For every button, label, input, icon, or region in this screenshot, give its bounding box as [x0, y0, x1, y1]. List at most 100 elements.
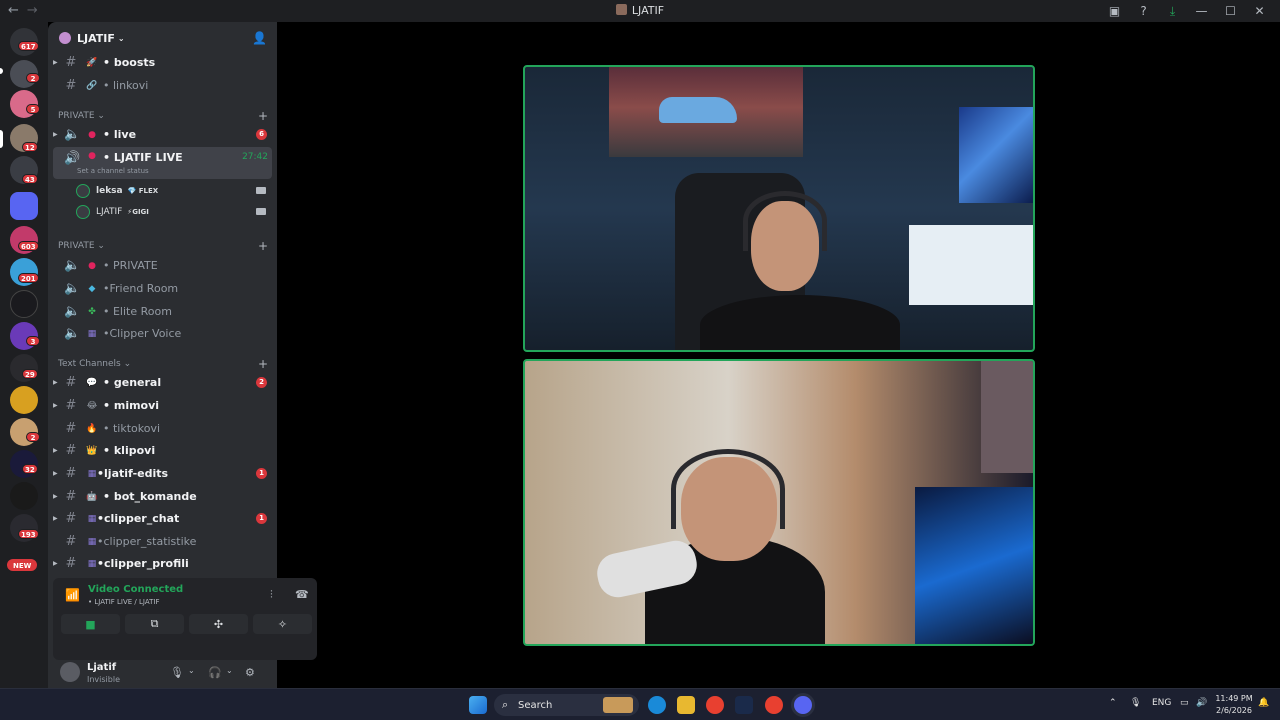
chevron-down-icon[interactable]: ⌄ [188, 666, 195, 675]
voice-location[interactable]: • LJATIF LIVE / LJATIF [88, 598, 159, 606]
badge: 29 [22, 369, 38, 379]
voice-status[interactable]: Video Connected [88, 584, 183, 595]
video-tile[interactable] [523, 359, 1035, 646]
help-icon[interactable]: ? [1129, 2, 1158, 20]
video-tile[interactable] [523, 65, 1035, 352]
channel-status-prompt[interactable]: Set a channel status [77, 167, 149, 175]
avatar [76, 184, 90, 198]
red-circle-icon: ● [88, 129, 96, 140]
search-icon: ⌕ [502, 698, 509, 711]
text-channel[interactable]: ▶ # 🤖 • bot_komande [53, 486, 272, 507]
voice-channel-live[interactable]: ▶ 🔈 ● • live 6 [53, 124, 272, 145]
add-member-icon[interactable]: 👤 [252, 31, 267, 45]
category-text-channels[interactable]: Text Channels ⌄ + [58, 357, 268, 371]
microphone-icon[interactable]: 🎙 [170, 666, 184, 679]
headphones-icon[interactable]: 🎧 [208, 666, 222, 679]
badge: 12 [22, 142, 38, 152]
kick-server-icon[interactable] [10, 482, 38, 510]
language-indicator[interactable]: ENG [1152, 698, 1171, 708]
text-channel[interactable]: ▶ # ▦ •ljatif-edits 1 [53, 463, 272, 484]
expand-arrow-icon: ▶ [53, 131, 58, 138]
hash-icon: # [65, 534, 77, 549]
edge-icon[interactable] [648, 696, 666, 714]
clapper-icon: ▦ [87, 328, 97, 339]
steam-icon[interactable] [735, 696, 753, 714]
windows-start-icon[interactable] [469, 696, 487, 714]
add-channel-icon[interactable]: + [258, 357, 268, 371]
person-body [700, 295, 900, 350]
text-channel[interactable]: ▶ # ▦ •clipper_chat 1 [53, 508, 272, 529]
close-icon[interactable]: ✕ [1245, 2, 1274, 20]
chrome-profile-icon[interactable] [765, 696, 783, 714]
settings-gear-icon[interactable]: ⚙ [245, 666, 255, 679]
category-private[interactable]: PRIVATE ⌄ + [58, 239, 268, 253]
camera-button[interactable]: ■ [61, 614, 120, 634]
volume-icon[interactable]: 🔊 [1196, 698, 1207, 708]
server-icon[interactable] [10, 290, 38, 318]
disconnect-icon[interactable]: ☎ [295, 588, 309, 601]
noise-suppression-icon[interactable]: ⫶ [270, 588, 273, 602]
user-panel: Ljatif Invisible 🎙 ⌄ 🎧 ⌄ ⚙ [48, 662, 277, 688]
text-channel[interactable]: ▶ # 👑 • klipovi [53, 440, 272, 461]
text-channel[interactable]: ▶ # 💬 • general 2 [53, 372, 272, 393]
soundboard-button[interactable]: ✧ [253, 614, 312, 634]
screen-icon[interactable]: ▣ [1100, 2, 1129, 20]
signal-icon[interactable]: 📶 [65, 588, 80, 602]
discord-icon[interactable] [794, 696, 812, 714]
badge: 32 [22, 464, 38, 474]
text-channel[interactable]: # 🔥 • tiktokovi [53, 418, 272, 439]
expand-arrow-icon: ▶ [53, 560, 58, 567]
text-channel[interactable]: # ▦ •clipper_statistike [53, 531, 272, 552]
channel-sidebar: LJATIF ⌄ 👤 ▶ # 🚀 • boosts # 🔗 • linkovi P… [48, 22, 317, 688]
add-channel-icon[interactable]: + [258, 109, 268, 123]
expand-arrow-icon: ▶ [53, 59, 58, 66]
expand-arrow-icon: ▶ [53, 402, 58, 409]
discord-app: ← → LJATIF ▣ ? ⤓ — ☐ ✕ 617 2 5 12 43 603… [0, 0, 1280, 688]
mention-badge: 6 [256, 129, 267, 140]
chevron-down-icon[interactable]: ⌄ [226, 666, 233, 675]
clock[interactable]: 11:49 PM 2/6/2026 [1212, 693, 1256, 717]
minimize-icon[interactable]: — [1187, 2, 1216, 20]
download-icon[interactable]: ⤓ [1158, 2, 1187, 20]
voice-channel[interactable]: 🔈 ● • PRIVATE [53, 255, 272, 276]
guild-header[interactable]: LJATIF ⌄ 👤 [48, 22, 277, 54]
voice-channel[interactable]: 🔈 ◆ •Friend Room [53, 278, 272, 299]
expand-arrow-icon: ▶ [53, 515, 58, 522]
text-channel[interactable]: ▶ # ▦ •clipper_profili [53, 553, 272, 574]
mention-badge: 1 [256, 468, 267, 479]
channel-boosts[interactable]: ▶ # 🚀 • boosts [53, 52, 272, 73]
category-private[interactable]: PRIVATE ⌄ + [58, 109, 268, 123]
car-image [659, 97, 737, 123]
chevron-up-icon[interactable]: ⌃ [1109, 698, 1117, 708]
server-icon[interactable] [10, 386, 38, 414]
maximize-icon[interactable]: ☐ [1216, 2, 1245, 20]
screen-share-button[interactable]: ⧉ [125, 614, 184, 634]
selected-pill [0, 130, 3, 148]
voice-user[interactable]: LJATIF ⚡GIGI [76, 202, 266, 222]
taskbar-search[interactable]: ⌕ Search [494, 694, 639, 716]
microphone-icon[interactable]: 🎙 [1130, 698, 1141, 708]
red-circle-icon: ● [88, 151, 96, 161]
voice-channel[interactable]: 🔈 ▦ •Clipper Voice [53, 323, 272, 344]
notification-icon[interactable]: 🔔 [1258, 698, 1269, 708]
chrome-icon[interactable] [706, 696, 724, 714]
rocket-icon: 🚀 [86, 57, 98, 68]
text-channel[interactable]: ▶ # 😂 • mimovi [53, 395, 272, 416]
mention-badge: 1 [256, 513, 267, 524]
expand-arrow-icon: ▶ [53, 379, 58, 386]
badge: 3 [26, 336, 40, 346]
voice-channel[interactable]: 🔈 ✤ • Elite Room [53, 301, 272, 322]
voice-channel-ljatif-live[interactable]: 🔊 ● • LJATIF LIVE 27:42 Set a channel st… [53, 147, 272, 179]
avatar[interactable] [60, 662, 80, 682]
network-icon[interactable]: ▭ [1180, 698, 1189, 708]
username[interactable]: Ljatif [87, 662, 116, 673]
file-explorer-icon[interactable] [677, 696, 695, 714]
hash-icon: # [65, 55, 77, 70]
badge: 603 [18, 241, 39, 251]
add-channel-icon[interactable]: + [258, 239, 268, 253]
voice-user[interactable]: leksa 💎 FLEX [76, 181, 266, 201]
activities-button[interactable]: ✣ [189, 614, 248, 634]
folder-icon[interactable] [10, 192, 38, 220]
channel-linkovi[interactable]: # 🔗 • linkovi [53, 75, 272, 96]
activities-icon: ✣ [213, 617, 224, 631]
